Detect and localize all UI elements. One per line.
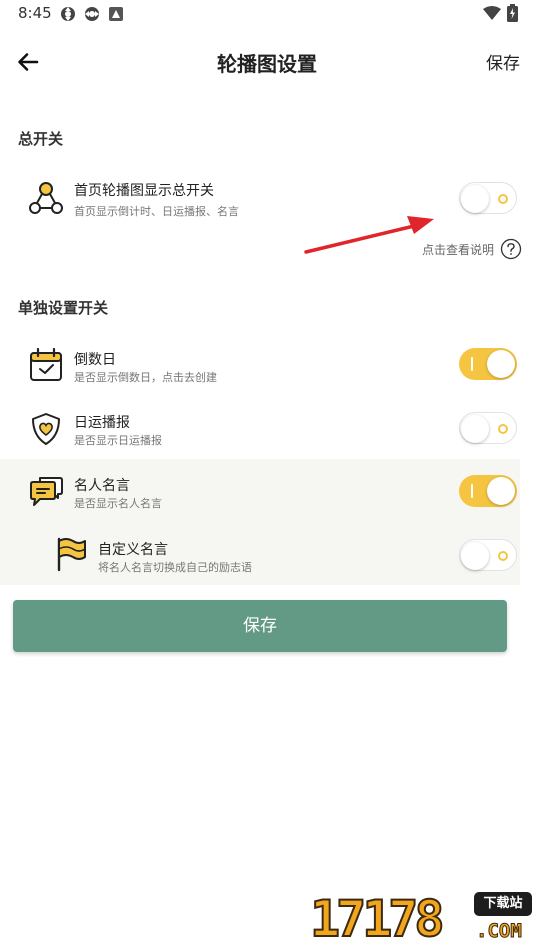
setting-row-custom-quotes[interactable]: 自定义名言 将名人名言切换成自己的励志语 <box>0 530 534 586</box>
shield-heart-icon <box>32 413 60 445</box>
toggle-off-indicator <box>498 424 508 434</box>
toggle-knob <box>487 350 515 378</box>
watermark-badge: 下载站 <box>474 892 532 916</box>
toggle-off-indicator <box>498 551 508 561</box>
setting-desc: 是否显示倒数日，点击去创建 <box>74 371 217 384</box>
setting-row-countdown[interactable]: 倒数日 是否显示倒数日，点击去创建 <box>0 338 534 394</box>
setting-title: 倒数日 <box>74 352 116 368</box>
chat-bubbles-icon <box>30 477 63 506</box>
setting-desc: 将名人名言切换成自己的励志语 <box>98 561 252 574</box>
toggle-knob <box>461 415 489 443</box>
setting-row-daily-luck[interactable]: 日运播报 是否显示日运播报 <box>0 402 534 458</box>
setting-title: 日运播报 <box>74 415 130 431</box>
toggle-on-indicator <box>471 357 473 371</box>
watermark-digits: 17178 <box>309 889 445 949</box>
individual-section-title: 单独设置开关 <box>18 299 109 317</box>
setting-toggle-custom-quotes[interactable] <box>459 539 517 571</box>
toggle-knob <box>461 542 489 570</box>
setting-title: 名人名言 <box>74 478 130 494</box>
setting-desc: 是否显示名人名言 <box>74 497 162 510</box>
help-text: 点击查看说明 <box>421 243 494 257</box>
setting-toggle-countdown[interactable] <box>459 348 517 380</box>
question-circle-icon <box>500 238 522 260</box>
setting-desc: 是否显示日运播报 <box>74 434 162 447</box>
setting-row-famous-quotes[interactable]: 名人名言 是否显示名人名言 <box>0 466 534 522</box>
site-watermark-logo: 17178 下载站 .COM <box>309 888 534 950</box>
toggle-knob <box>487 477 515 505</box>
flag-icon <box>57 537 86 572</box>
watermark-suffix: .COM <box>476 920 523 943</box>
save-button[interactable]: 保存 <box>13 600 507 652</box>
setting-toggle-daily-luck[interactable] <box>459 412 517 444</box>
toggle-on-indicator <box>471 484 473 498</box>
calendar-check-icon <box>30 348 62 381</box>
setting-toggle-famous-quotes[interactable] <box>459 475 517 507</box>
setting-title: 自定义名言 <box>98 542 168 558</box>
